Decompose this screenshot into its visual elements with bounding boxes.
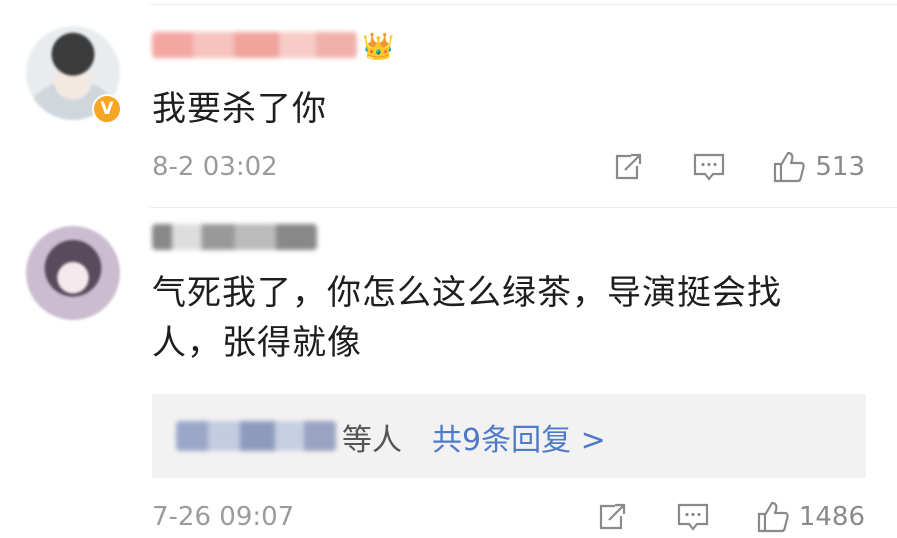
comment-text: 气死我了，你怎么这么绿茶，导演挺会找 人，张得就像 (152, 268, 852, 368)
avatar[interactable] (26, 226, 120, 320)
comment-actions: 1486 (593, 500, 865, 534)
verified-badge-icon: V (92, 94, 122, 124)
avatar[interactable]: V (26, 26, 122, 124)
comment-text-line: 人，张得就像 (152, 323, 362, 363)
repost-icon[interactable] (609, 150, 645, 184)
like-count: 1486 (798, 502, 865, 532)
reply-usernames-blurred (176, 421, 336, 451)
username-blurred[interactable] (152, 224, 317, 250)
reply-summary[interactable]: 等人 共9条回复 > (152, 394, 866, 478)
comment-item: 气死我了，你怎么这么绿茶，导演挺会找 人，张得就像 等人 共9条回复 > 7-2… (0, 208, 897, 538)
comment-text: 我要杀了你 (152, 89, 327, 129)
comment-icon[interactable] (675, 500, 711, 534)
comment-actions: 513 (609, 150, 865, 184)
comment-timestamp: 8-2 03:02 (152, 152, 278, 182)
repost-icon[interactable] (593, 500, 629, 534)
comment-icon[interactable] (691, 150, 727, 184)
comment-item: V 👑 我要杀了你 8-2 03:02 513 (0, 0, 897, 208)
reply-suffix: 等人 (342, 423, 402, 458)
comment-text-line: 气死我了，你怎么这么绿茶，导演挺会找 (152, 273, 782, 313)
comment-timestamp: 7-26 09:07 (152, 502, 295, 532)
like-count: 513 (815, 152, 865, 182)
fan-level-icon: 👑 (362, 32, 395, 62)
username-blurred[interactable] (152, 32, 357, 58)
like-icon[interactable] (771, 150, 807, 184)
like-icon[interactable] (755, 500, 791, 534)
view-replies-link[interactable]: 共9条回复 > (432, 415, 606, 459)
avatar-image (26, 226, 120, 320)
